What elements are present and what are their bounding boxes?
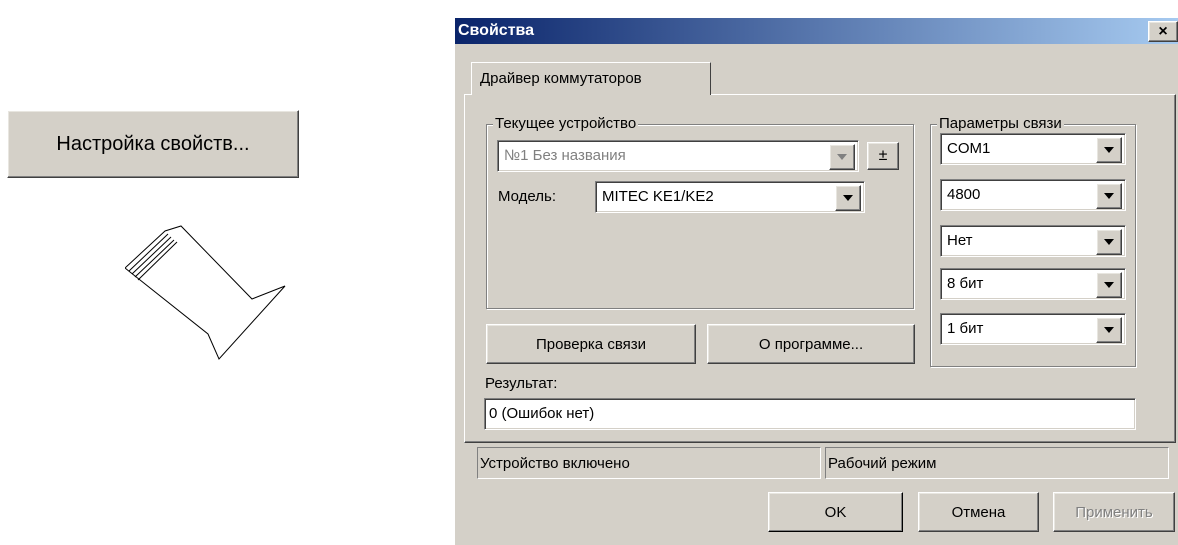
dropdown-arrow-icon[interactable] xyxy=(835,185,861,211)
port-select[interactable]: COM1 xyxy=(940,133,1126,165)
device-select[interactable]: №1 Без названия xyxy=(497,140,859,172)
parity-select-value: Нет xyxy=(947,232,973,249)
dropdown-arrow-icon[interactable] xyxy=(1096,137,1122,163)
baud-select-value: 4800 xyxy=(947,186,981,203)
result-label: Результат: xyxy=(485,375,558,392)
add-remove-device-button[interactable]: ± xyxy=(867,142,899,170)
check-connection-button[interactable]: Проверка связи xyxy=(486,324,696,364)
properties-dialog: Свойства × Драйвер коммутаторов Текущее … xyxy=(455,18,1178,545)
dropdown-arrow-icon[interactable] xyxy=(1096,317,1122,343)
stop-bits-select[interactable]: 1 бит xyxy=(940,313,1126,345)
baud-select[interactable]: 4800 xyxy=(940,179,1126,211)
device-group-legend: Текущее устройство xyxy=(493,115,639,133)
model-select[interactable]: MITEC KE1/KE2 xyxy=(595,181,865,213)
parity-select[interactable]: Нет xyxy=(940,225,1126,257)
result-field[interactable]: 0 (Ошибок нет) xyxy=(484,398,1136,430)
ok-button[interactable]: OK xyxy=(768,492,903,532)
cancel-button[interactable]: Отмена xyxy=(918,492,1039,532)
stop-bits-select-value: 1 бит xyxy=(947,320,984,337)
about-button[interactable]: О программе... xyxy=(707,324,915,364)
dialog-title[interactable]: Свойства xyxy=(455,18,1178,44)
port-select-value: COM1 xyxy=(947,140,991,157)
arrow-icon xyxy=(125,225,286,360)
dropdown-arrow-icon[interactable] xyxy=(829,144,855,170)
model-label: Модель: xyxy=(498,188,557,205)
status-device: Устройство включено xyxy=(477,447,821,479)
dropdown-arrow-icon[interactable] xyxy=(1096,229,1122,255)
tab-driver[interactable]: Драйвер коммутаторов xyxy=(471,62,711,95)
settings-button[interactable]: Настройка свойств... xyxy=(7,110,299,178)
apply-button[interactable]: Применить xyxy=(1053,492,1175,532)
close-icon[interactable]: × xyxy=(1148,21,1178,42)
device-select-value: №1 Без названия xyxy=(504,147,626,164)
dropdown-arrow-icon[interactable] xyxy=(1096,272,1122,298)
dropdown-arrow-icon[interactable] xyxy=(1096,183,1122,209)
data-bits-select-value: 8 бит xyxy=(947,275,984,292)
model-select-value: MITEC KE1/KE2 xyxy=(602,188,714,205)
status-mode: Рабочий режим xyxy=(825,447,1169,479)
data-bits-select[interactable]: 8 бит xyxy=(940,268,1126,300)
comm-group-legend: Параметры связи xyxy=(937,115,1064,133)
